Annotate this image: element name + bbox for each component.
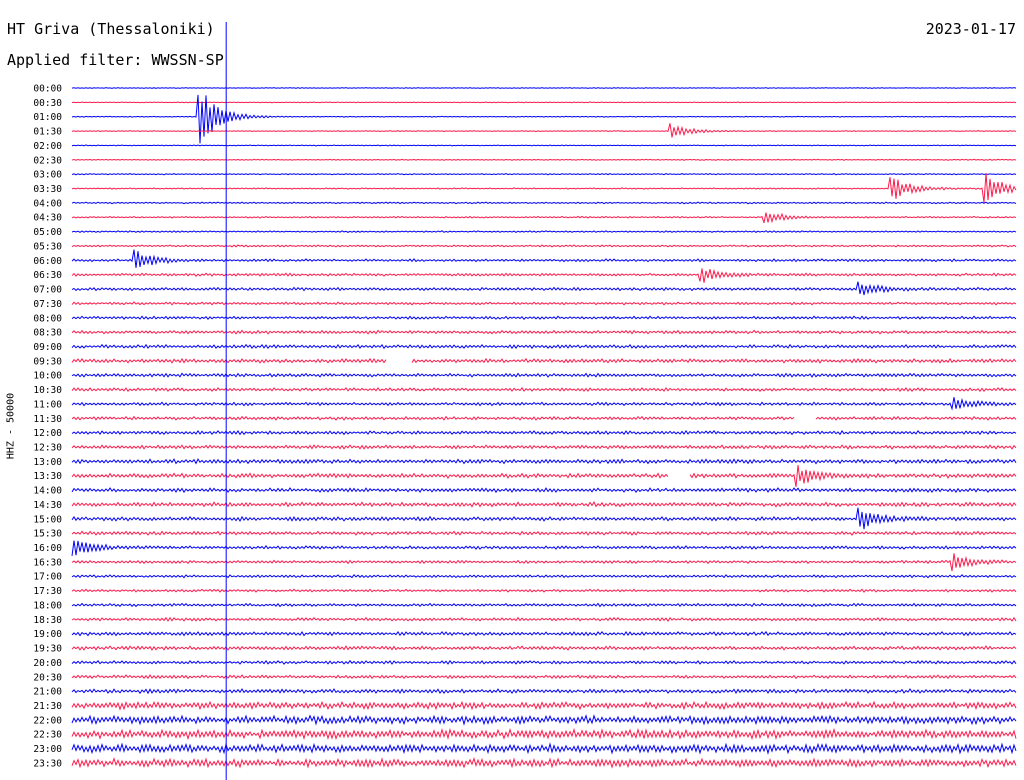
row-time-label: 09:30 <box>33 356 62 367</box>
row-time-label: 04:00 <box>33 198 62 209</box>
row-time-label: 02:30 <box>33 155 62 166</box>
trace-row <box>71 458 1017 465</box>
row-time-label: 20:30 <box>33 672 62 683</box>
row-time-label: 12:30 <box>33 443 62 454</box>
row-time-label: 11:00 <box>33 399 62 410</box>
row-time-label: 10:00 <box>33 371 62 382</box>
row-time-label: 19:30 <box>33 644 62 655</box>
row-time-label: 21:30 <box>33 701 62 712</box>
trace-row <box>71 501 1017 508</box>
trace-row <box>71 87 1017 89</box>
trace-row <box>71 429 1017 436</box>
row-time-label: 09:00 <box>33 342 62 353</box>
row-time-label: 23:00 <box>33 744 62 755</box>
trace-row <box>71 742 1017 755</box>
trace-row <box>71 588 1017 593</box>
row-time-label: 02:00 <box>33 141 62 152</box>
trace-row <box>71 714 1017 726</box>
row-time-label: 18:00 <box>33 600 62 611</box>
trace-row <box>71 397 1017 411</box>
row-time-label: 12:00 <box>33 428 62 439</box>
trace-row <box>71 540 1017 556</box>
trace-row <box>71 101 1017 104</box>
row-time-label: 00:00 <box>33 84 62 95</box>
trace-row <box>71 244 1017 248</box>
row-time-label: 16:00 <box>33 543 62 554</box>
row-time-label: 01:30 <box>33 127 62 138</box>
row-time-label: 13:30 <box>33 471 62 482</box>
row-time-label: 15:30 <box>33 529 62 540</box>
trace-row <box>71 172 1017 176</box>
row-time-label: 22:00 <box>33 715 62 726</box>
trace-row <box>71 415 1017 421</box>
row-time-label: 07:00 <box>33 285 62 296</box>
row-time-label: 03:30 <box>33 184 62 195</box>
trace-row <box>71 700 1017 711</box>
row-time-label: 13:00 <box>33 457 62 468</box>
trace-row <box>71 158 1017 161</box>
trace-row <box>71 144 1017 147</box>
trace-row <box>71 212 1017 224</box>
trace-row <box>71 315 1017 321</box>
trace-row <box>71 123 1017 138</box>
row-time-label: 23:30 <box>33 758 62 769</box>
trace-row <box>71 281 1017 296</box>
trace-row <box>71 645 1017 651</box>
trace-row <box>71 574 1017 579</box>
row-time-label: 03:00 <box>33 170 62 181</box>
row-time-label: 19:00 <box>33 629 62 640</box>
trace-row <box>71 201 1017 205</box>
row-time-label: 14:30 <box>33 500 62 511</box>
trace-row <box>71 688 1017 695</box>
row-time-label: 11:30 <box>33 414 62 425</box>
row-time-label: 14:00 <box>33 486 62 497</box>
trace-row <box>71 230 1017 233</box>
trace-row <box>71 674 1017 680</box>
trace-row <box>71 268 1017 283</box>
trace-row <box>71 659 1017 665</box>
row-time-label: 08:30 <box>33 328 62 339</box>
trace-row <box>71 630 1017 637</box>
trace-row <box>71 616 1017 622</box>
row-time-label: 21:00 <box>33 687 62 698</box>
row-time-label: 01:00 <box>33 112 62 123</box>
row-time-label: 18:30 <box>33 615 62 626</box>
trace-row <box>71 343 1017 350</box>
trace-row <box>71 530 1017 536</box>
row-time-label: 17:00 <box>33 572 62 583</box>
trace-row <box>71 249 1017 268</box>
row-time-label: 17:30 <box>33 586 62 597</box>
trace-row <box>71 444 1017 450</box>
trace-row <box>71 301 1017 306</box>
row-time-label: 16:30 <box>33 557 62 568</box>
row-time-label: 07:30 <box>33 299 62 310</box>
trace-row <box>71 727 1017 741</box>
trace-row <box>71 357 1017 364</box>
row-time-label: 05:30 <box>33 241 62 252</box>
trace-row <box>71 372 1017 378</box>
row-time-label: 00:30 <box>33 98 62 109</box>
row-time-label: 05:00 <box>33 227 62 238</box>
trace-row <box>71 464 1017 487</box>
row-time-label: 22:30 <box>33 730 62 741</box>
row-time-label: 08:00 <box>33 313 62 324</box>
row-time-label: 04:30 <box>33 213 62 224</box>
trace-row <box>71 756 1017 769</box>
row-time-label: 20:00 <box>33 658 62 669</box>
row-time-label: 06:30 <box>33 270 62 281</box>
trace-row <box>71 173 1017 203</box>
trace-row <box>71 602 1017 608</box>
row-time-label: 06:00 <box>33 256 62 267</box>
trace-row <box>71 329 1017 335</box>
row-time-label: 15:00 <box>33 514 62 525</box>
trace-row <box>71 507 1017 530</box>
trace-row <box>71 487 1017 494</box>
trace-row <box>71 553 1017 572</box>
row-time-label: 10:30 <box>33 385 62 396</box>
helicorder-plot: 00:00 00:30 01:00 01:30 02:00 02:30 03:00 03:30… <box>33 22 1017 780</box>
trace-row <box>71 386 1017 392</box>
